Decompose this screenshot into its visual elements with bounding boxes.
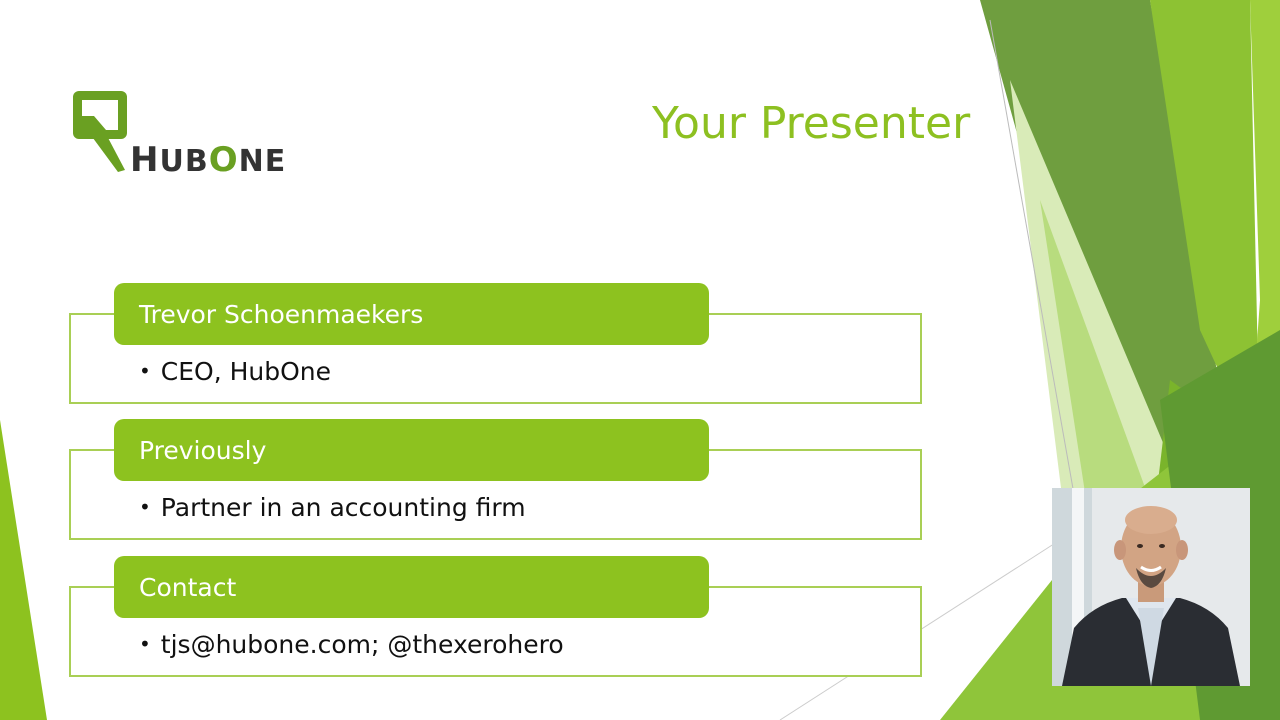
card-bullet: • CEO, HubOne <box>139 357 331 386</box>
slide-title: Your Presenter <box>652 98 971 149</box>
presenter-photo-icon <box>1052 488 1250 686</box>
presenter-photo <box>1052 488 1250 686</box>
logo-letter-o: O <box>208 140 239 180</box>
hubone-logo: HUBONE <box>70 88 330 180</box>
card-heading: Trevor Schoenmaekers <box>114 283 709 345</box>
bullet-text: tjs@hubone.com; @thexerohero <box>160 630 564 659</box>
card-bullet: • Partner in an accounting firm <box>139 493 526 522</box>
logo-letters-ne: NE <box>238 144 287 179</box>
bullet-icon: • <box>139 632 151 656</box>
logo-letters-ub: UB <box>159 144 209 179</box>
hubone-logo-text: HUBONE <box>130 140 286 180</box>
bullet-text: Partner in an accounting firm <box>160 493 526 522</box>
card-heading: Previously <box>114 419 709 481</box>
card-bullet: • tjs@hubone.com; @thexerohero <box>139 630 564 659</box>
bullet-icon: • <box>139 495 151 519</box>
card-heading: Contact <box>114 556 709 618</box>
logo-letter-h: H <box>130 140 160 180</box>
bullet-text: CEO, HubOne <box>160 357 332 386</box>
bullet-icon: • <box>139 359 151 383</box>
hubone-logo-mark-icon <box>73 91 127 172</box>
